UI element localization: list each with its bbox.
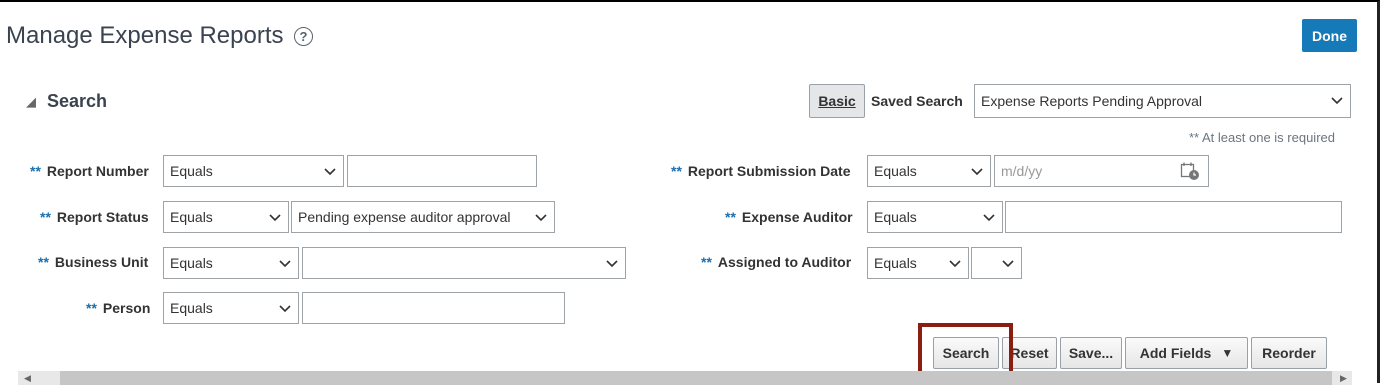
required-marker: ** <box>725 209 736 225</box>
expense-auditor-operator[interactable]: Equals <box>867 201 1003 233</box>
required-marker: ** <box>671 163 682 179</box>
business-unit-operator[interactable]: Equals <box>163 247 299 279</box>
basic-label: Basic <box>818 93 856 109</box>
report-status-operator[interactable]: Equals <box>163 201 289 233</box>
assigned-to-auditor-label: ** Assigned to Auditor <box>701 254 852 270</box>
chevron-down-icon <box>279 260 291 268</box>
expense-auditor-input[interactable] <box>1005 201 1342 233</box>
required-marker: ** <box>40 209 51 225</box>
report-status-label: ** Report Status <box>40 209 149 225</box>
search-section-heading[interactable]: Search <box>47 91 107 112</box>
saved-search-value: Expense Reports Pending Approval <box>981 93 1203 109</box>
person-input[interactable] <box>302 292 565 324</box>
calendar-icon[interactable] <box>1180 161 1200 181</box>
report-number-input[interactable] <box>347 155 537 187</box>
expense-auditor-label: ** Expense Auditor <box>725 209 853 225</box>
required-marker: ** <box>38 254 49 270</box>
chevron-down-icon <box>1002 260 1014 268</box>
collapse-triangle-icon[interactable]: ◢ <box>26 94 36 110</box>
help-icon[interactable]: ? <box>294 27 313 46</box>
required-marker: ** <box>86 300 97 316</box>
required-marker: ** <box>701 254 712 270</box>
basic-button[interactable]: Basic <box>809 84 865 118</box>
submission-date-operator[interactable]: Equals <box>867 155 991 187</box>
chevron-down-icon <box>269 214 281 222</box>
submission-date-label: ** Report Submission Date <box>671 163 851 179</box>
person-label: ** Person <box>86 300 151 316</box>
save-button[interactable]: Save... <box>1060 337 1122 369</box>
assigned-to-auditor-operator[interactable]: Equals <box>867 247 969 279</box>
report-number-operator[interactable]: Equals <box>163 155 344 187</box>
chevron-down-icon <box>279 305 291 313</box>
submission-date-input[interactable]: m/d/yy <box>994 155 1209 187</box>
done-button[interactable]: Done <box>1302 19 1357 52</box>
scroll-right-icon[interactable]: ▶ <box>1340 373 1347 384</box>
person-operator[interactable]: Equals <box>163 292 299 324</box>
scroll-left-icon[interactable]: ◀ <box>24 373 31 384</box>
required-note: ** At least one is required <box>1189 130 1335 145</box>
add-fields-button[interactable]: Add Fields ▼ <box>1125 337 1248 369</box>
dropdown-triangle-icon: ▼ <box>1221 346 1234 360</box>
saved-search-label: Saved Search <box>871 93 963 109</box>
saved-search-select[interactable]: Expense Reports Pending Approval <box>974 84 1351 118</box>
business-unit-label: ** Business Unit <box>38 254 149 270</box>
chevron-down-icon <box>971 168 983 176</box>
chevron-down-icon <box>983 214 995 222</box>
report-status-select[interactable]: Pending expense auditor approval <box>291 201 555 233</box>
chevron-down-icon <box>1331 97 1343 105</box>
chevron-down-icon <box>949 260 961 268</box>
business-unit-select[interactable] <box>302 247 626 279</box>
chevron-down-icon <box>606 260 618 268</box>
reorder-button[interactable]: Reorder <box>1251 337 1327 369</box>
report-number-label: ** Report Number <box>30 163 149 179</box>
page-title: Manage Expense Reports <box>6 22 284 49</box>
chevron-down-icon <box>535 214 547 222</box>
required-marker: ** <box>30 163 41 179</box>
assigned-to-auditor-select[interactable] <box>971 247 1022 279</box>
chevron-down-icon <box>324 168 336 176</box>
